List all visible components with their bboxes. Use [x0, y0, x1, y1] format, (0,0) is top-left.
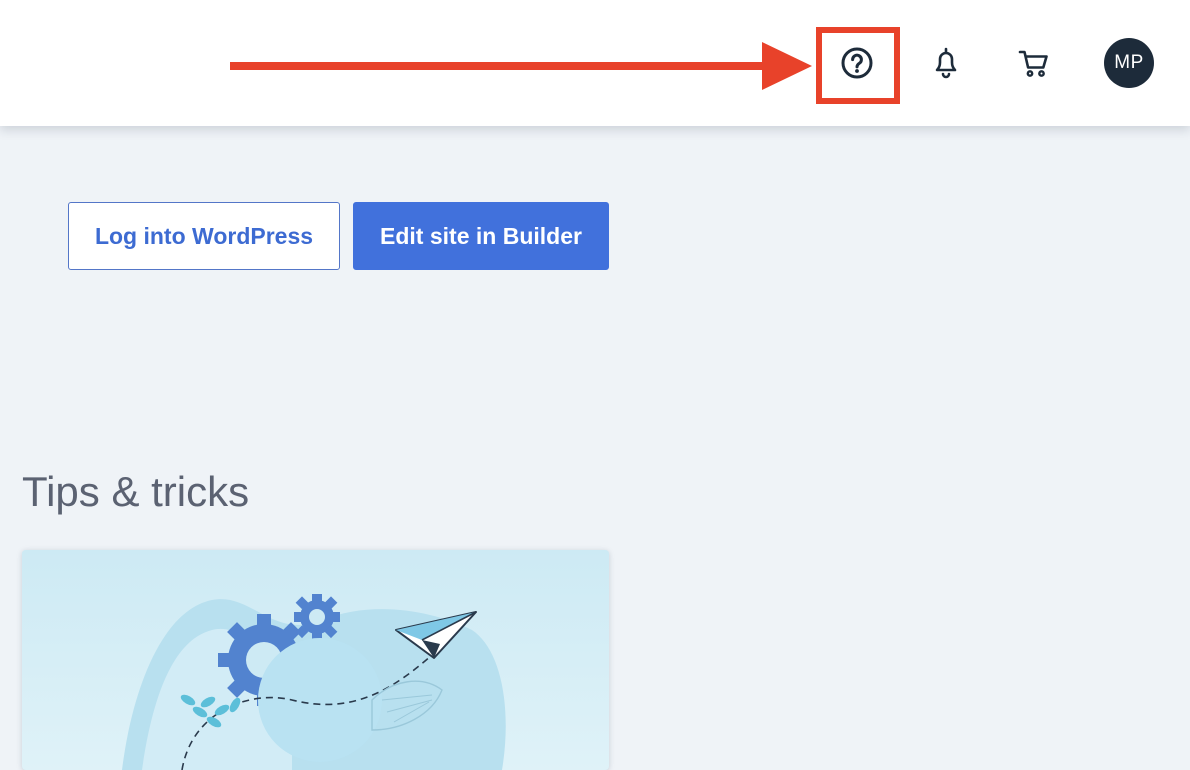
notifications-button[interactable]	[918, 35, 974, 91]
edit-site-builder-button[interactable]: Edit site in Builder	[353, 202, 609, 270]
user-avatar[interactable]: MP	[1104, 38, 1154, 88]
login-wordpress-button[interactable]: Log into WordPress	[68, 202, 340, 270]
tip-illustration	[22, 550, 609, 770]
tips-section-title: Tips & tricks	[22, 468, 250, 515]
annotation-arrow	[230, 42, 812, 90]
bell-icon	[935, 47, 957, 79]
tip-card[interactable]	[22, 550, 609, 770]
small-gear-icon	[294, 594, 340, 640]
annotation-highlight-box	[816, 27, 900, 104]
cart-button[interactable]	[1006, 35, 1062, 91]
cart-icon	[1018, 50, 1048, 77]
